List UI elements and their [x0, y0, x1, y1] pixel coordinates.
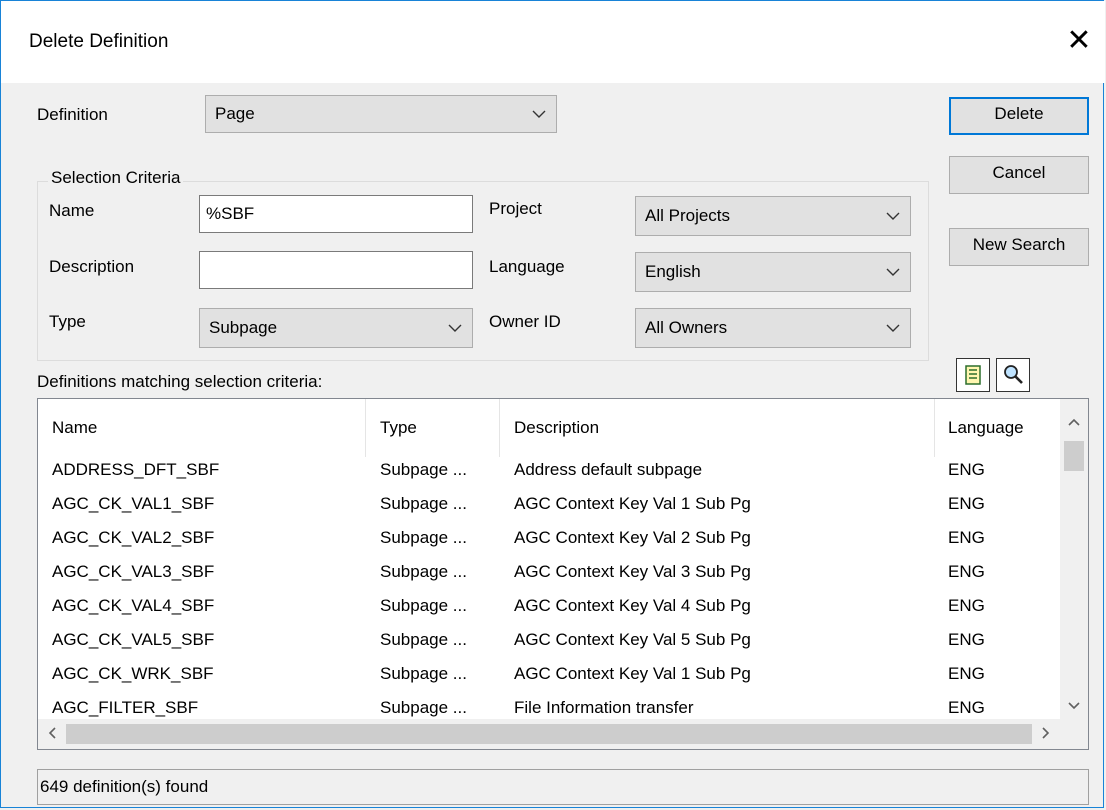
row-type: Subpage ... — [380, 562, 467, 581]
cancel-button[interactable]: Cancel — [949, 156, 1089, 194]
row-description: AGC Context Key Val 4 Sub Pg — [514, 596, 751, 615]
column-divider[interactable] — [934, 399, 935, 457]
row-type: Subpage ... — [380, 494, 467, 513]
title-bar: Delete Definition ✕ — [1, 1, 1105, 83]
definition-label: Definition — [37, 105, 108, 124]
column-header-language[interactable]: Language — [948, 399, 1024, 457]
definition-select[interactable]: Page — [205, 95, 557, 133]
window-title: Delete Definition — [29, 31, 169, 52]
scroll-right-icon[interactable] — [1032, 720, 1060, 748]
name-field[interactable] — [199, 195, 473, 233]
vertical-scroll-thumb[interactable] — [1064, 441, 1084, 471]
chevron-down-icon — [448, 318, 462, 338]
chevron-down-icon — [886, 318, 900, 338]
row-type: Subpage ... — [380, 528, 467, 547]
row-name: AGC_CK_VAL2_SBF — [52, 528, 215, 547]
row-language: ENG — [948, 460, 985, 479]
project-label: Project — [489, 199, 542, 218]
scroll-up-icon[interactable] — [1060, 407, 1088, 435]
vertical-scrollbar[interactable] — [1060, 399, 1088, 719]
row-language: ENG — [948, 494, 985, 513]
results-list[interactable]: Name Type Description Language ADDRESS_D… — [37, 398, 1089, 750]
description-field[interactable] — [199, 251, 473, 289]
row-name: AGC_CK_VAL1_SBF — [52, 494, 215, 513]
row-language: ENG — [948, 630, 985, 649]
owner-id-value: All Owners — [645, 318, 728, 337]
scroll-down-icon[interactable] — [1060, 691, 1088, 719]
scroll-left-icon[interactable] — [38, 720, 66, 748]
delete-button[interactable]: Delete — [949, 97, 1089, 135]
table-row[interactable]: AGC_CK_WRK_SBF Subpage ... AGC Context K… — [38, 657, 1060, 691]
row-language: ENG — [948, 596, 985, 615]
row-name: AGC_CK_VAL3_SBF — [52, 562, 215, 581]
table-row[interactable]: AGC_CK_VAL2_SBF Subpage ... AGC Context … — [38, 521, 1060, 555]
column-header-name[interactable]: Name — [52, 399, 97, 457]
name-label: Name — [49, 201, 95, 220]
column-divider[interactable] — [365, 399, 366, 457]
type-label: Type — [49, 312, 86, 331]
project-select[interactable]: All Projects — [635, 196, 911, 236]
row-description: AGC Context Key Val 1 Sub Pg — [514, 664, 751, 683]
row-description: AGC Context Key Val 5 Sub Pg — [514, 630, 751, 649]
horizontal-scroll-thumb[interactable] — [66, 724, 1032, 744]
row-name: AGC_CK_WRK_SBF — [52, 664, 214, 683]
view-list-button[interactable] — [956, 358, 990, 392]
row-type: Subpage ... — [380, 460, 467, 479]
row-description: AGC Context Key Val 1 Sub Pg — [514, 494, 751, 513]
row-type: Subpage ... — [380, 596, 467, 615]
project-value: All Projects — [645, 206, 731, 225]
scrollbar-corner — [1060, 719, 1088, 749]
list-icon — [965, 365, 981, 385]
status-bar: 649 definition(s) found — [37, 769, 1089, 805]
status-text: 649 definition(s) found — [40, 777, 209, 796]
dialog-window: Delete Definition ✕ Definition Page Dele… — [0, 0, 1105, 808]
close-icon[interactable]: ✕ — [1061, 23, 1097, 59]
type-value: Subpage — [209, 318, 278, 337]
row-type: Subpage ... — [380, 630, 467, 649]
definition-value: Page — [215, 104, 255, 123]
row-description: AGC Context Key Val 3 Sub Pg — [514, 562, 751, 581]
search-icon — [1004, 365, 1023, 384]
table-row[interactable]: AGC_CK_VAL5_SBF Subpage ... AGC Context … — [38, 623, 1060, 657]
row-name: ADDRESS_DFT_SBF — [52, 460, 220, 479]
new-search-button[interactable]: New Search — [949, 228, 1089, 266]
description-input[interactable] — [200, 252, 472, 288]
owner-id-label: Owner ID — [489, 312, 561, 331]
column-divider[interactable] — [499, 399, 500, 457]
row-language: ENG — [948, 528, 985, 547]
chevron-down-icon — [886, 206, 900, 226]
search-button[interactable] — [996, 358, 1030, 392]
description-label: Description — [49, 257, 135, 276]
horizontal-scrollbar[interactable] — [38, 719, 1060, 749]
row-description: Address default subpage — [514, 460, 703, 479]
chevron-down-icon — [886, 262, 900, 282]
language-select[interactable]: English — [635, 252, 911, 292]
column-header-type[interactable]: Type — [380, 399, 417, 457]
list-header: Name Type Description Language — [38, 399, 1060, 457]
table-row[interactable]: AGC_CK_VAL3_SBF Subpage ... AGC Context … — [38, 555, 1060, 589]
table-row[interactable]: AGC_CK_VAL4_SBF Subpage ... AGC Context … — [38, 589, 1060, 623]
row-language: ENG — [948, 562, 985, 581]
name-input[interactable] — [200, 196, 472, 232]
row-name: AGC_CK_VAL5_SBF — [52, 630, 215, 649]
selection-criteria-legend: Selection Criteria — [48, 168, 184, 188]
language-label: Language — [489, 257, 565, 276]
row-description: AGC Context Key Val 2 Sub Pg — [514, 528, 751, 547]
language-value: English — [645, 262, 701, 281]
row-type: Subpage ... — [380, 664, 467, 683]
chevron-down-icon — [532, 104, 546, 124]
table-row[interactable]: AGC_CK_VAL1_SBF Subpage ... AGC Context … — [38, 487, 1060, 521]
row-name: AGC_CK_VAL4_SBF — [52, 596, 215, 615]
column-header-description[interactable]: Description — [514, 399, 599, 457]
owner-id-select[interactable]: All Owners — [635, 308, 911, 348]
type-select[interactable]: Subpage — [199, 308, 473, 348]
results-label: Definitions matching selection criteria: — [37, 372, 323, 391]
row-language: ENG — [948, 664, 985, 683]
table-row[interactable]: ADDRESS_DFT_SBF Subpage ... Address defa… — [38, 453, 1060, 487]
